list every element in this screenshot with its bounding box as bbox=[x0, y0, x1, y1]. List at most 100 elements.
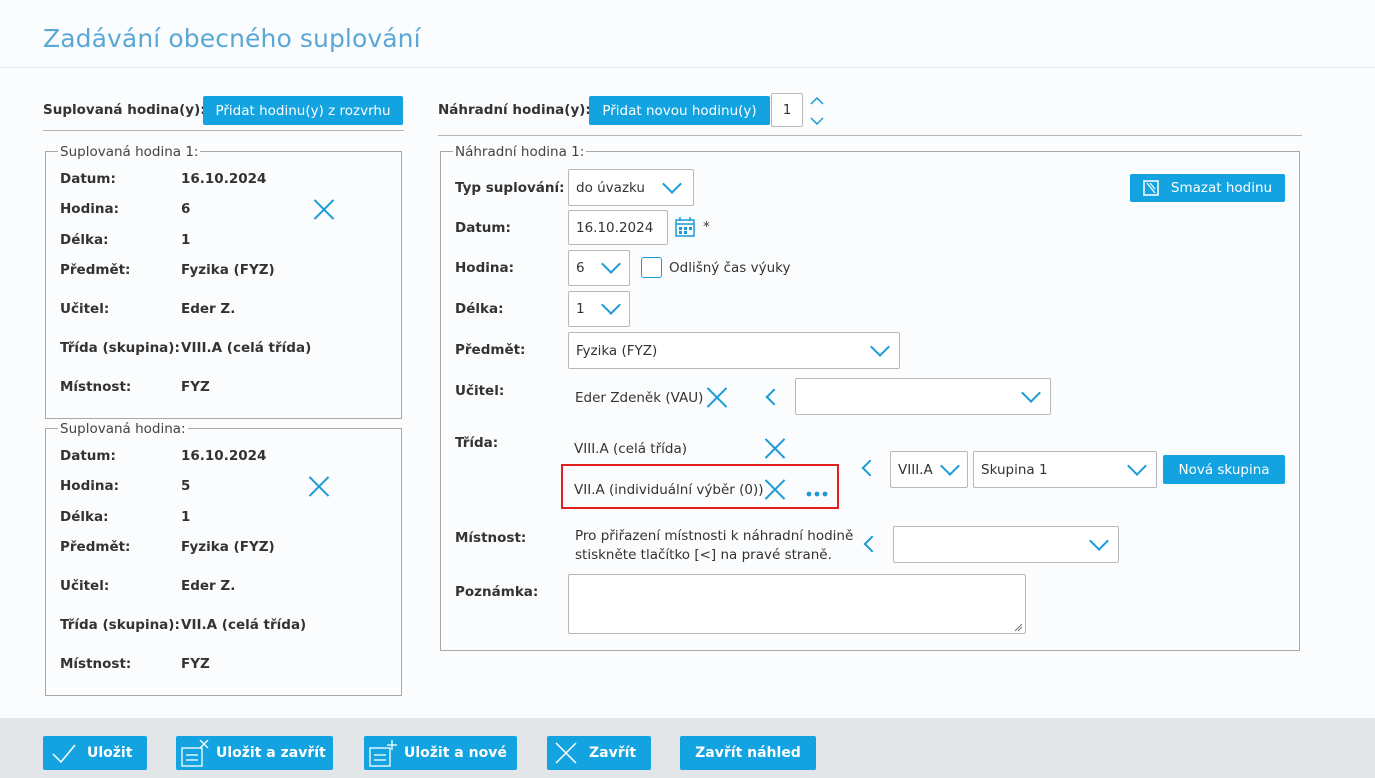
hour-label: Hodina: bbox=[455, 260, 514, 276]
count-stepper[interactable] bbox=[810, 95, 824, 129]
add-from-schedule-button[interactable]: Přidat hodinu(y) z rozvrhu bbox=[203, 96, 403, 125]
more-options-icon[interactable] bbox=[806, 485, 828, 497]
save-and-new-label: Uložit a nové bbox=[404, 745, 507, 761]
chevron-down-icon bbox=[940, 456, 960, 476]
subject-select[interactable]: Fyzika (FYZ) bbox=[568, 332, 900, 369]
resize-handle-icon[interactable] bbox=[1013, 620, 1023, 632]
card-legend: Náhradní hodina 1: bbox=[453, 144, 587, 160]
delete-icon bbox=[1143, 180, 1159, 196]
card-value: Fyzika (FYZ) bbox=[181, 262, 275, 278]
chevron-down-icon bbox=[1127, 456, 1147, 476]
right-divider bbox=[438, 135, 1302, 136]
required-mark: * bbox=[703, 219, 710, 235]
left-header-label: Suplovaná hodina(y): bbox=[43, 102, 206, 118]
teacher-select[interactable] bbox=[795, 378, 1051, 415]
card-value: 6 bbox=[181, 201, 191, 217]
different-time-checkbox[interactable] bbox=[641, 257, 662, 278]
card-label: Hodina: bbox=[60, 478, 119, 494]
card-value: FYZ bbox=[181, 379, 210, 395]
close-preview-button[interactable]: Zavřít náhled bbox=[680, 736, 816, 770]
hour-select[interactable]: 6 bbox=[568, 250, 630, 286]
teacher-value: Eder Zdeněk (VAU) bbox=[575, 390, 704, 406]
close-icon bbox=[553, 740, 579, 766]
card-label: Učitel: bbox=[60, 578, 110, 594]
card-label: Hodina: bbox=[60, 201, 119, 217]
lesson-count-input[interactable]: 1 bbox=[771, 93, 803, 127]
page-title: Zadávání obecného suplování bbox=[43, 24, 421, 53]
different-time-label: Odlišný čas výuky bbox=[669, 260, 791, 276]
remove-teacher-icon[interactable] bbox=[706, 386, 728, 408]
delete-lesson-button[interactable]: Smazat hodinu bbox=[1130, 174, 1285, 202]
class-select[interactable]: VIII.A bbox=[890, 451, 968, 488]
card-label: Třída (skupina): bbox=[60, 617, 180, 633]
note-label: Poznámka: bbox=[455, 584, 539, 600]
card-value: VIII.A (celá třída) bbox=[181, 340, 312, 356]
card-value: 5 bbox=[181, 478, 191, 494]
save-and-new-button[interactable]: Uložit a nové bbox=[364, 736, 517, 770]
card-legend: Suplovaná hodina 1: bbox=[58, 144, 201, 160]
card-label: Učitel: bbox=[60, 301, 110, 317]
add-new-lesson-button[interactable]: Přidat novou hodinu(y) bbox=[589, 96, 770, 125]
card-legend: Suplovaná hodina: bbox=[58, 421, 188, 437]
check-icon bbox=[51, 740, 77, 766]
teacher-label: Učitel: bbox=[455, 383, 505, 399]
class-select-value: VIII.A bbox=[898, 461, 933, 478]
card-value: 16.10.2024 bbox=[181, 171, 267, 187]
chevron-down-icon bbox=[662, 174, 682, 194]
delete-lesson-label: Smazat hodinu bbox=[1170, 180, 1273, 196]
group-select[interactable]: Skupina 1 bbox=[973, 451, 1157, 488]
hour-select-value: 6 bbox=[576, 260, 585, 276]
room-hint-line1: Pro přiřazení místnosti k náhradní hodin… bbox=[575, 528, 854, 544]
remove-lesson-icon[interactable] bbox=[308, 475, 330, 497]
card-value: 16.10.2024 bbox=[181, 448, 267, 464]
length-label: Délka: bbox=[455, 301, 504, 317]
card-label: Datum: bbox=[60, 448, 116, 464]
chevron-down-icon bbox=[601, 254, 621, 274]
card-label: Předmět: bbox=[60, 262, 131, 278]
remove-class-icon[interactable] bbox=[764, 478, 786, 500]
chevron-down-icon bbox=[1021, 383, 1041, 403]
card-label: Délka: bbox=[60, 232, 109, 248]
save-and-close-label: Uložit a zavřít bbox=[216, 745, 326, 761]
room-label: Místnost: bbox=[455, 530, 527, 546]
chevron-down-icon bbox=[1089, 531, 1109, 551]
room-select[interactable] bbox=[893, 526, 1119, 563]
class-item: VII.A (individuální výběr (0)) bbox=[574, 482, 764, 498]
date-label: Datum: bbox=[455, 220, 511, 236]
card-value: Eder Z. bbox=[181, 578, 236, 594]
class-label: Třída: bbox=[455, 435, 499, 451]
card-label: Předmět: bbox=[60, 539, 131, 555]
type-label: Typ suplování: bbox=[455, 180, 565, 196]
title-divider bbox=[0, 67, 1375, 68]
type-select[interactable]: do úvazku bbox=[568, 169, 694, 206]
card-label: Datum: bbox=[60, 171, 116, 187]
card-value: VII.A (celá třída) bbox=[181, 617, 307, 633]
card-value: Fyzika (FYZ) bbox=[181, 539, 275, 555]
card-value: FYZ bbox=[181, 656, 210, 672]
save-and-close-button[interactable]: Uložit a zavřít bbox=[176, 736, 333, 770]
calendar-icon[interactable] bbox=[674, 216, 696, 238]
length-select-value: 1 bbox=[576, 301, 585, 317]
remove-class-icon[interactable] bbox=[764, 437, 786, 459]
save-label: Uložit bbox=[87, 745, 133, 761]
right-header-label: Náhradní hodina(y): bbox=[438, 102, 591, 118]
date-input[interactable]: 16.10.2024 bbox=[568, 210, 668, 245]
type-select-value: do úvazku bbox=[576, 179, 645, 196]
left-divider bbox=[43, 130, 404, 131]
class-item: VIII.A (celá třída) bbox=[574, 441, 688, 457]
note-textarea[interactable] bbox=[568, 574, 1026, 634]
save-close-icon bbox=[180, 739, 209, 767]
close-button[interactable]: Zavřít bbox=[547, 736, 651, 770]
card-label: Třída (skupina): bbox=[60, 340, 180, 356]
card-label: Místnost: bbox=[60, 379, 132, 395]
length-select[interactable]: 1 bbox=[568, 291, 630, 327]
subject-select-value: Fyzika (FYZ) bbox=[576, 342, 658, 359]
save-button[interactable]: Uložit bbox=[43, 736, 147, 770]
card-label: Délka: bbox=[60, 509, 109, 525]
new-group-button[interactable]: Nová skupina bbox=[1163, 455, 1285, 484]
chevron-down-icon bbox=[870, 337, 890, 357]
card-value: Eder Z. bbox=[181, 301, 236, 317]
chevron-down-icon bbox=[601, 295, 621, 315]
remove-lesson-icon[interactable] bbox=[313, 198, 335, 220]
card-label: Místnost: bbox=[60, 656, 132, 672]
